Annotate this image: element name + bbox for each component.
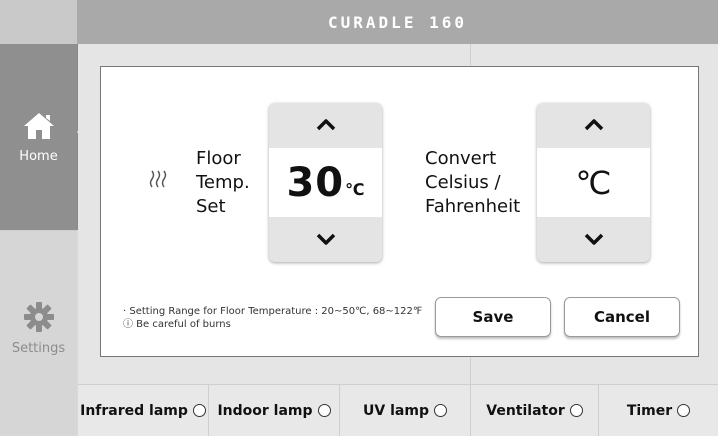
setting-note: · Setting Range for Floor Temperature : … <box>123 305 422 331</box>
unit-value: ℃ <box>575 163 612 202</box>
sidebar-item-home[interactable]: Home <box>0 44 85 230</box>
label-line: Floor <box>196 148 241 169</box>
label-line: Set <box>196 196 226 217</box>
sidebar-item-label: Home <box>19 148 58 164</box>
unit-spinner: ℃ <box>537 103 650 262</box>
chevron-down-icon <box>316 230 336 249</box>
toggle-label: Infrared lamp <box>80 402 188 419</box>
burn-warning: ⓘ Be careful of burns <box>123 319 231 330</box>
toggle-infrared-lamp[interactable]: Infrared lamp <box>78 385 209 436</box>
bottom-toggle-bar: Infrared lamp Indoor lamp UV lamp Ventil… <box>78 384 718 436</box>
toggle-label: Indoor lamp <box>217 402 313 419</box>
brand-title: CURADLE 160 <box>328 12 467 32</box>
app-header: CURADLE 160 <box>77 0 718 44</box>
floor-temp-spinner: 30 ℃ <box>269 103 382 262</box>
label-line: Temp. <box>196 172 250 193</box>
heat-waves-icon <box>149 169 167 193</box>
label-line: Celsius / <box>425 172 501 193</box>
toggle-timer[interactable]: Timer <box>599 385 718 436</box>
cancel-button[interactable]: Cancel <box>564 297 680 337</box>
floor-temp-dialog: Floor Temp. Set 30 ℃ Convert Celsius / F… <box>100 66 699 357</box>
gear-icon <box>23 301 55 337</box>
unit-up-button[interactable] <box>537 103 650 148</box>
temp-value-display: 30 ℃ <box>269 148 382 217</box>
sidebar: Home Settings <box>0 0 85 435</box>
label-line: Convert <box>425 148 497 169</box>
radio-indicator <box>317 404 331 417</box>
range-note: · Setting Range for Floor Temperature : … <box>123 306 423 317</box>
chevron-up-icon <box>584 116 604 135</box>
radio-indicator <box>433 404 447 417</box>
home-icon <box>22 111 56 145</box>
sidebar-item-settings[interactable]: Settings <box>0 231 77 435</box>
toggle-uv-lamp[interactable]: UV lamp <box>340 385 471 436</box>
temp-increase-button[interactable] <box>269 103 382 148</box>
toggle-ventilator[interactable]: Ventilator <box>471 385 599 436</box>
unit-value-display: ℃ <box>537 148 650 217</box>
radio-indicator <box>192 404 206 417</box>
toggle-label: UV lamp <box>363 402 429 419</box>
floor-temp-label: Floor Temp. Set <box>196 147 250 219</box>
radio-indicator <box>677 404 691 417</box>
radio-indicator <box>569 404 583 417</box>
temp-decrease-button[interactable] <box>269 217 382 262</box>
chevron-down-icon <box>584 230 604 249</box>
temp-unit: ℃ <box>345 180 365 199</box>
toggle-indoor-lamp[interactable]: Indoor lamp <box>209 385 340 436</box>
chevron-up-icon <box>316 116 336 135</box>
save-button[interactable]: Save <box>435 297 551 337</box>
toggle-label: Ventilator <box>486 402 565 419</box>
toggle-label: Timer <box>626 402 673 419</box>
unit-down-button[interactable] <box>537 217 650 262</box>
label-line: Fahrenheit <box>425 196 521 217</box>
sidebar-item-label: Settings <box>11 341 66 356</box>
temp-value: 30 <box>286 159 345 206</box>
sidebar-top <box>0 0 77 44</box>
unit-convert-label: Convert Celsius / Fahrenheit <box>425 147 520 219</box>
